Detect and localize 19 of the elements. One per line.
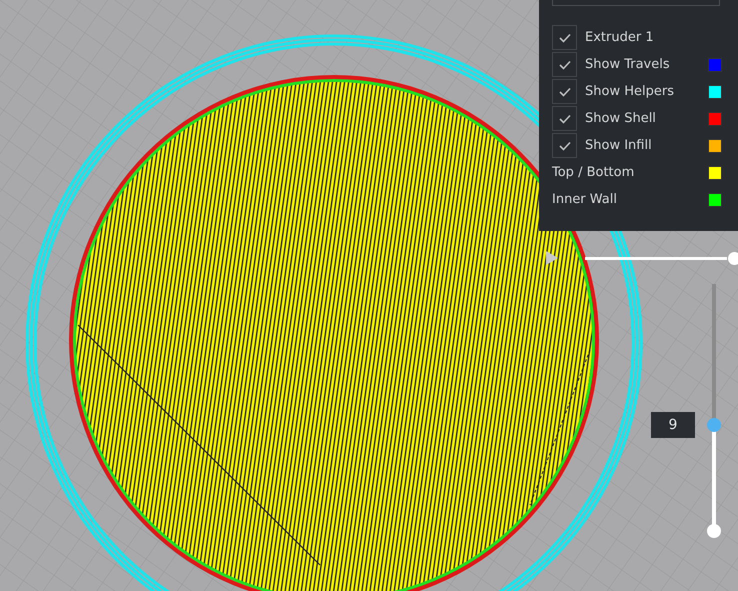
check-icon bbox=[558, 114, 570, 124]
checkbox[interactable] bbox=[552, 133, 577, 158]
checkbox[interactable] bbox=[552, 25, 577, 50]
checkbox[interactable] bbox=[552, 106, 577, 131]
layer-number-field[interactable]: 9 bbox=[651, 412, 695, 438]
legend-label: Extruder 1 bbox=[585, 30, 655, 45]
legend-label: Top / Bottom bbox=[552, 165, 636, 180]
legend-label: Show Helpers bbox=[585, 84, 675, 99]
play-icon[interactable] bbox=[545, 250, 559, 266]
legend-label: Show Travels bbox=[585, 57, 671, 72]
check-icon bbox=[558, 140, 570, 150]
checkbox[interactable] bbox=[552, 79, 577, 104]
legend-label: Show Shell bbox=[585, 111, 657, 126]
check-icon bbox=[558, 60, 570, 70]
check-icon bbox=[558, 32, 570, 42]
check-icon bbox=[558, 86, 570, 96]
legend-label: Inner Wall bbox=[552, 192, 618, 207]
legend-label: Show Infill bbox=[585, 138, 653, 153]
checkbox[interactable] bbox=[552, 52, 577, 77]
